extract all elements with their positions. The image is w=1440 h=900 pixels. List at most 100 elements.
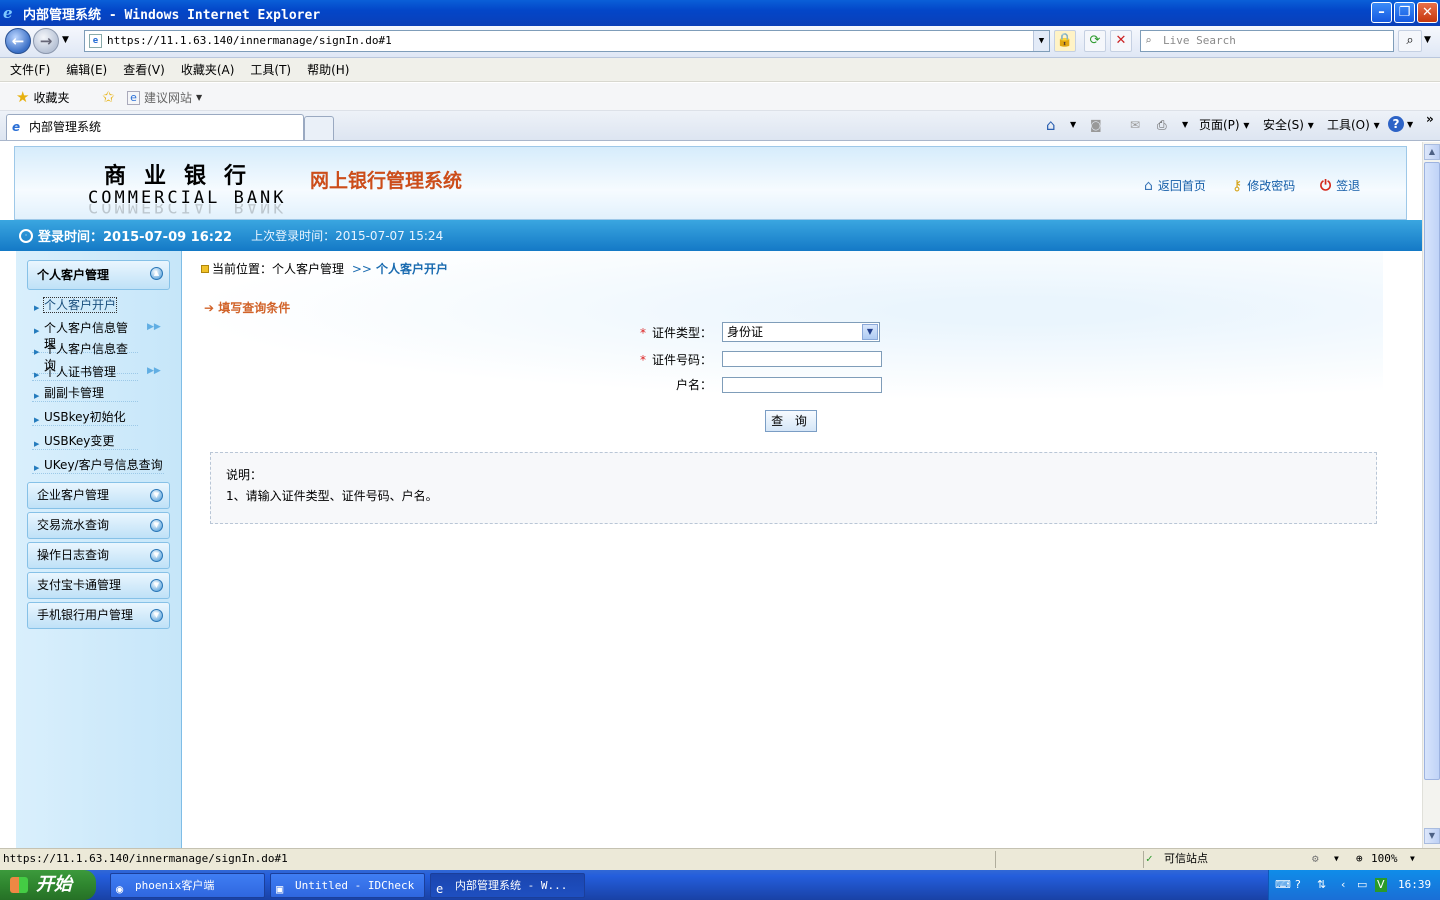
window-title-bar[interactable]: e 内部管理系统 - Windows Internet Explorer – ❐… [0,0,1440,26]
display-icon[interactable]: ▭ [1357,870,1367,900]
windows-logo-icon [10,877,28,893]
mail-icon[interactable]: ✉ [1130,116,1140,134]
expand-arrows-icon[interactable]: ▶▶ [147,322,161,332]
menu-file[interactable]: 文件(F) [10,61,50,78]
help-icon[interactable]: ? [1388,116,1404,132]
account-name-label: 户名： [675,378,712,392]
stop-icon[interactable]: ✕ [1110,30,1132,52]
expand-tray-icon[interactable]: ‹ [1341,870,1345,900]
search-options-icon[interactable]: ▼ [1424,35,1431,45]
search-button[interactable]: ⌕ [1398,30,1422,52]
feeds-icon[interactable]: ◙ [1090,116,1102,134]
menu-favorites[interactable]: 收藏夹(A) [181,61,235,78]
sidebar-group-alipay[interactable]: 支付宝卡通管理 ▼ [27,572,170,599]
chevron-down-icon[interactable]: ▼ [862,324,878,340]
history-dropdown-icon[interactable]: ▼ [62,35,69,45]
menu-tools[interactable]: 工具(T) [250,61,291,78]
expand-icon[interactable]: ▼ [150,609,163,622]
search-placeholder: Live Search [1163,34,1236,47]
sidebar-group-personal[interactable]: 个人客户管理 ▲ [27,260,170,290]
sidebar-group-enterprise[interactable]: 企业客户管理 ▼ [27,482,170,509]
account-name-input[interactable] [722,377,882,393]
expand-icon[interactable]: ▼ [150,549,163,562]
restore-button[interactable]: ❐ [1394,2,1415,23]
id-type-select[interactable]: 身份证 ▼ [722,322,880,342]
suggested-sites-label: 建议网站 [144,91,193,105]
breadcrumb-current: 个人客户开户 [375,262,448,276]
expand-icon[interactable]: ▼ [150,579,163,592]
help-tray-icon[interactable]: ? [1295,870,1301,900]
id-type-value: 身份证 [727,325,764,339]
section-title: ➔ 填写查询条件 [204,299,290,316]
id-number-input[interactable] [722,351,882,367]
live-search-input[interactable]: ⌕ Live Search [1140,30,1394,52]
forward-button[interactable]: → [33,28,59,54]
sidebar-item-label: 个人客户开户 [42,297,118,313]
new-tab-button[interactable] [304,116,334,140]
favorites-button[interactable]: ★ 收藏夹 [16,88,69,106]
scroll-up-icon[interactable]: ▲ [1424,144,1440,160]
sidebar-group-label: 企业客户管理 [37,488,110,502]
sidebar-item-card-manage[interactable]: ▶ 副副卡管理 [32,385,138,402]
previous-login-time: 上次登录时间：2015-07-07 15:24 [251,229,444,243]
minimize-button[interactable]: – [1371,2,1392,23]
taskbar-item-ie[interactable]: e 内部管理系统 - W... [430,873,585,898]
expand-icon[interactable]: ▼ [150,489,163,502]
close-button[interactable]: ✕ [1417,2,1438,23]
instructions-box: 说明： 1、请输入证件类型、证件号码、户名。 [210,452,1377,524]
add-favorite-icon[interactable]: ✩ [102,88,115,106]
home-link[interactable]: ⌂ 返回首页 [1144,177,1206,194]
expand-arrows-icon[interactable]: ▶▶ [147,366,161,376]
query-button[interactable]: 查 询 [765,410,817,432]
sidebar-group-mobile[interactable]: 手机银行用户管理 ▼ [27,602,170,629]
menu-help[interactable]: 帮助(H) [307,61,349,78]
address-input[interactable]: e https://11.1.63.140/innermanage/signIn… [84,30,1050,52]
suggested-sites-button[interactable]: e 建议网站 ▼ [127,89,202,106]
help-dropdown-icon[interactable]: ▼ [1407,116,1413,134]
keyboard-icon[interactable]: ⌨ [1275,870,1291,900]
tools-menu[interactable]: 工具(O) ▾ [1327,116,1380,134]
change-password-link[interactable]: ⚷ 修改密码 [1232,177,1295,194]
page-menu[interactable]: 页面(P) ▾ [1199,116,1249,134]
tab-active[interactable]: e 内部管理系统 [6,114,304,140]
sidebar-item-ukey-query[interactable]: ▶ UKey/客户号信息查询 [32,457,164,474]
zone-dropdown-icon[interactable]: ▼ [1334,849,1339,869]
zoom-level[interactable]: 100% [1371,849,1398,869]
zoom-dropdown-icon[interactable]: ▼ [1410,849,1415,869]
refresh-icon[interactable]: ⟳ [1084,30,1106,52]
address-dropdown-icon[interactable]: ▼ [1033,31,1049,51]
safety-menu[interactable]: 安全(S) ▾ [1263,116,1314,134]
sidebar-item-cert-manage[interactable]: ▶ 个人证书管理 [32,364,138,381]
check-icon: ✓ [1146,852,1153,865]
sidebar-item-usbkey-init[interactable]: ▶ USBkey初始化 [32,409,138,426]
vertical-scrollbar[interactable]: ▲ ▼ [1422,142,1440,848]
antivirus-icon[interactable]: V [1375,878,1387,892]
overflow-chevron-icon[interactable]: » [1426,110,1434,128]
print-dropdown-icon[interactable]: ▼ [1182,116,1188,134]
back-button[interactable]: ← [5,28,31,54]
expand-icon[interactable]: ▼ [150,519,163,532]
sidebar-item-open-account[interactable]: ▶ 个人客户开户 [32,297,138,313]
menu-view[interactable]: 查看(V) [123,61,165,78]
network-icon[interactable]: ⇅ [1317,870,1326,900]
scroll-thumb[interactable] [1424,162,1440,780]
collapse-icon[interactable]: ▲ [150,267,163,280]
home-dropdown-icon[interactable]: ▼ [1070,116,1076,134]
breadcrumb-path: 当前位置：个人客户管理 [212,262,345,276]
print-icon[interactable]: ⎙ [1157,116,1167,134]
start-button[interactable]: 开始 [0,870,96,900]
sidebar-item-usbkey-change[interactable]: ▶ USBKey变更 [32,433,138,450]
address-text: https://11.1.63.140/innermanage/signIn.d… [107,34,392,47]
sidebar-group-transactions[interactable]: 交易流水查询 ▼ [27,512,170,539]
scroll-down-icon[interactable]: ▼ [1424,828,1440,844]
taskbar-item-idcheck[interactable]: ▣ Untitled - IDCheck [270,873,425,898]
menu-edit[interactable]: 编辑(E) [66,61,107,78]
lock-icon[interactable]: 🔒 [1054,30,1076,52]
sidebar-group-oplog[interactable]: 操作日志查询 ▼ [27,542,170,569]
id-type-label: * 证件类型： [639,326,712,340]
protected-mode-icon[interactable]: ⚙ [1312,849,1319,869]
home-icon[interactable]: ⌂ [1046,116,1056,134]
status-bar: https://11.1.63.140/innermanage/signIn.d… [0,848,1440,870]
taskbar-item-phoenix[interactable]: ◉ phoenix客户端 [110,873,265,898]
logout-link[interactable]: ⏻ 签退 [1320,177,1360,194]
